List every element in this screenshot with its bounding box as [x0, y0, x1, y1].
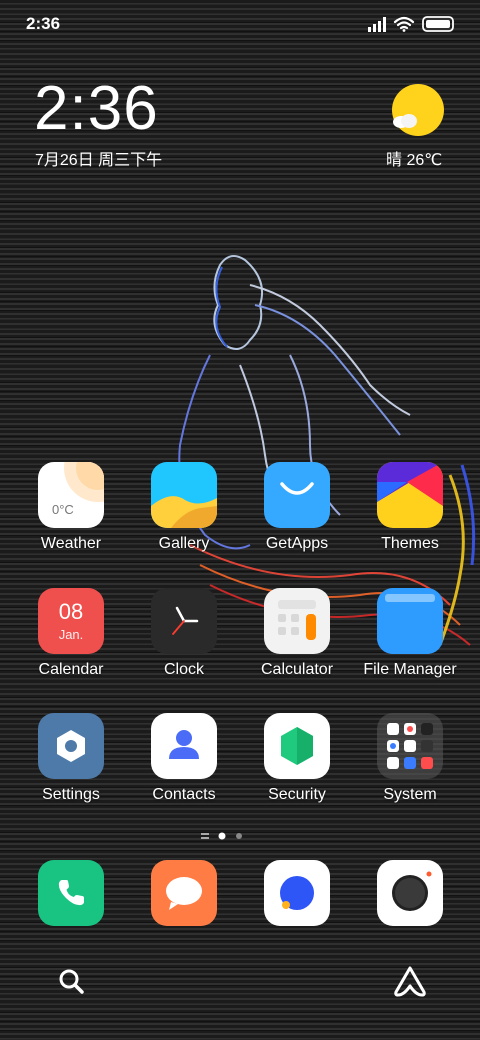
- signal-icon: [368, 17, 386, 32]
- app-label: Clock: [163, 661, 204, 678]
- cloud-icon: [393, 114, 417, 128]
- app-clock[interactable]: Clock: [129, 588, 239, 700]
- dock-camera[interactable]: [377, 860, 443, 926]
- app-gallery[interactable]: Gallery: [129, 462, 239, 574]
- app-label: System: [383, 786, 437, 803]
- clock-widget-date[interactable]: 7月26日 周三下午: [35, 146, 162, 170]
- weather-widget-text[interactable]: 晴 26℃: [386, 146, 442, 170]
- wifi-icon: [393, 16, 415, 32]
- search-icon[interactable]: [56, 966, 88, 998]
- clock-icon: [151, 588, 217, 654]
- settings-icon: [38, 713, 104, 779]
- app-file-manager[interactable]: File Manager: [355, 588, 465, 700]
- app-getapps[interactable]: GetApps: [242, 462, 352, 574]
- app-contacts[interactable]: Contacts: [129, 713, 239, 825]
- app-label: GetApps: [265, 535, 329, 552]
- weather-app-temp: 0°C: [52, 502, 74, 517]
- app-calendar[interactable]: 08 Jan. Calendar: [16, 588, 126, 700]
- app-label: Weather: [40, 535, 102, 552]
- security-icon: [264, 713, 330, 779]
- app-label: File Manager: [363, 661, 457, 678]
- camera-icon: [392, 871, 432, 911]
- app-security[interactable]: Security: [242, 713, 352, 825]
- messages-icon: [166, 877, 202, 910]
- clock-widget-time[interactable]: 2:36: [34, 78, 159, 140]
- app-label: Calculator: [260, 661, 334, 678]
- calendar-day: 08: [58, 599, 84, 624]
- calculator-icon: [264, 588, 330, 654]
- app-settings[interactable]: Settings: [16, 713, 126, 825]
- page-indicator[interactable]: [200, 830, 280, 842]
- sunny-icon[interactable]: [392, 84, 444, 136]
- app-label: Security: [268, 786, 326, 803]
- page-dot-3: [236, 833, 242, 839]
- app-label: Calendar: [38, 661, 104, 678]
- app-calculator[interactable]: Calculator: [242, 588, 352, 700]
- status-icons: [368, 16, 454, 32]
- page-dot-2: [218, 832, 226, 840]
- folder-icon: [377, 713, 443, 779]
- app-label: Themes: [381, 535, 439, 552]
- contacts-icon: [151, 713, 217, 779]
- calendar-month: Jan.: [58, 627, 84, 642]
- app-label: Gallery: [158, 535, 210, 552]
- page-dot-1: [201, 833, 209, 839]
- dock-phone[interactable]: [38, 860, 104, 926]
- battery-icon: [422, 16, 454, 32]
- calendar-icon: 08 Jan.: [38, 588, 104, 654]
- file-manager-icon: [377, 588, 443, 654]
- dock-messages[interactable]: [151, 860, 217, 926]
- app-system-folder[interactable]: System: [355, 713, 465, 825]
- weather-app-icon: 0°C: [38, 462, 104, 528]
- browser-icon: [280, 876, 314, 910]
- gallery-icon: [151, 462, 217, 528]
- dock-browser[interactable]: [264, 860, 330, 926]
- app-themes[interactable]: Themes: [355, 462, 465, 574]
- themes-icon: [377, 462, 443, 528]
- assistant-icon[interactable]: [392, 964, 428, 998]
- weather-sun-quarter-icon: [64, 462, 104, 502]
- app-label: Contacts: [152, 786, 216, 803]
- phone-icon: [58, 880, 84, 906]
- getapps-icon: [264, 462, 330, 528]
- app-label: Settings: [42, 786, 100, 803]
- app-weather[interactable]: 0°C Weather: [16, 462, 126, 574]
- status-bar-time: 2:36: [26, 14, 61, 33]
